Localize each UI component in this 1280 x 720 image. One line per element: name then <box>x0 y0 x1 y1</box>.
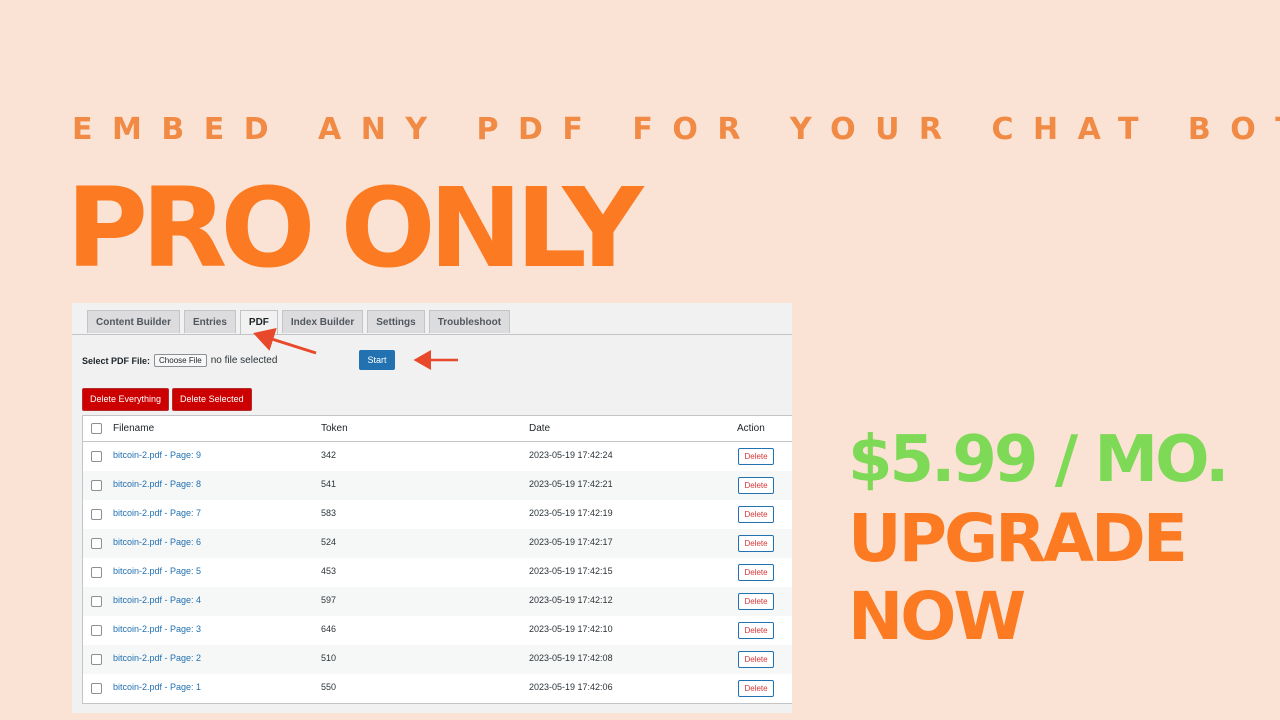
header-filename[interactable]: Filename <box>113 423 154 434</box>
header-token[interactable]: Token <box>321 423 348 434</box>
table-row: bitcoin-2.pdf - Page: 6 524 2023-05-19 17:… <box>83 529 792 558</box>
token-count: 597 <box>321 595 337 605</box>
filename-link[interactable]: bitcoin-2.pdf - Page: 6 <box>113 537 201 547</box>
row-checkbox[interactable] <box>91 654 102 665</box>
token-count: 453 <box>321 566 337 576</box>
table-row: bitcoin-2.pdf - Page: 9 342 2023-05-19 17:… <box>83 442 792 471</box>
filename-link[interactable]: bitcoin-2.pdf - Page: 4 <box>113 595 201 605</box>
filename-link[interactable]: bitcoin-2.pdf - Page: 9 <box>113 450 201 460</box>
pdf-pages-table: Filename Token Date Action bitcoin-2.pdf… <box>82 415 792 704</box>
row-checkbox[interactable] <box>91 451 102 462</box>
delete-selected-button[interactable]: Delete Selected <box>172 388 252 411</box>
table-row: bitcoin-2.pdf - Page: 5 453 2023-05-19 17:… <box>83 558 792 587</box>
row-checkbox[interactable] <box>91 480 102 491</box>
delete-everything-button[interactable]: Delete Everything <box>82 388 170 411</box>
row-date: 2023-05-19 17:42:08 <box>529 653 613 663</box>
table-row: bitcoin-2.pdf - Page: 7 583 2023-05-19 17:… <box>83 500 792 529</box>
filename-link[interactable]: bitcoin-2.pdf - Page: 3 <box>113 624 201 634</box>
token-count: 510 <box>321 653 337 663</box>
table-row: bitcoin-2.pdf - Page: 4 597 2023-05-19 17:… <box>83 587 792 616</box>
table-row: bitcoin-2.pdf - Page: 1 550 2023-05-19 17:… <box>83 674 792 703</box>
bulk-actions: Delete Everything Delete Selected <box>82 388 252 411</box>
promo-cta[interactable]: UPGRADE NOW <box>848 500 1188 656</box>
promo-headline: PRO ONLY <box>66 165 643 293</box>
row-date: 2023-05-19 17:42:12 <box>529 595 613 605</box>
row-checkbox[interactable] <box>91 683 102 694</box>
filename-link[interactable]: bitcoin-2.pdf - Page: 5 <box>113 566 201 576</box>
table-row: bitcoin-2.pdf - Page: 3 646 2023-05-19 17:… <box>83 616 792 645</box>
token-count: 524 <box>321 537 337 547</box>
choose-file-button[interactable]: Choose File <box>154 354 207 367</box>
tab-index-builder[interactable]: Index Builder <box>281 310 364 333</box>
row-delete-button[interactable]: Delete <box>738 680 774 697</box>
row-date: 2023-05-19 17:42:24 <box>529 450 613 460</box>
cta-line-1: UPGRADE <box>848 500 1188 577</box>
row-date: 2023-05-19 17:42:21 <box>529 479 613 489</box>
token-count: 342 <box>321 450 337 460</box>
tab-troubleshoot[interactable]: Troubleshoot <box>428 310 511 333</box>
row-delete-button[interactable]: Delete <box>738 622 774 639</box>
header-action: Action <box>737 423 765 434</box>
tab-bar: Content Builder Entries PDF Index Builde… <box>87 310 511 335</box>
select-all-checkbox[interactable] <box>91 423 102 434</box>
table-row: bitcoin-2.pdf - Page: 2 510 2023-05-19 17:… <box>83 645 792 674</box>
cta-line-2: NOW <box>848 578 1026 655</box>
filename-link[interactable]: bitcoin-2.pdf - Page: 7 <box>113 508 201 518</box>
row-delete-button[interactable]: Delete <box>738 448 774 465</box>
row-delete-button[interactable]: Delete <box>738 506 774 523</box>
row-delete-button[interactable]: Delete <box>738 477 774 494</box>
filename-link[interactable]: bitcoin-2.pdf - Page: 1 <box>113 682 201 692</box>
tab-pdf[interactable]: PDF <box>239 310 278 335</box>
row-delete-button[interactable]: Delete <box>738 535 774 552</box>
header-date[interactable]: Date <box>529 423 550 434</box>
tab-settings[interactable]: Settings <box>367 310 425 333</box>
filename-link[interactable]: bitcoin-2.pdf - Page: 8 <box>113 479 201 489</box>
row-checkbox[interactable] <box>91 567 102 578</box>
row-delete-button[interactable]: Delete <box>738 593 774 610</box>
token-count: 646 <box>321 624 337 634</box>
tab-divider <box>72 334 792 335</box>
pdf-file-label: Select PDF File: <box>82 355 151 366</box>
row-date: 2023-05-19 17:42:17 <box>529 537 613 547</box>
table-row: bitcoin-2.pdf - Page: 8 541 2023-05-19 17:… <box>83 471 792 500</box>
token-count: 541 <box>321 479 337 489</box>
pdf-file-picker: Select PDF File: Choose File no file sel… <box>82 354 277 367</box>
row-delete-button[interactable]: Delete <box>738 651 774 668</box>
row-checkbox[interactable] <box>91 625 102 636</box>
filename-link[interactable]: bitcoin-2.pdf - Page: 2 <box>113 653 201 663</box>
promo-tagline: EMBED ANY PDF FOR YOUR CHAT BOT <box>72 112 1280 147</box>
row-date: 2023-05-19 17:42:06 <box>529 682 613 692</box>
row-date: 2023-05-19 17:42:10 <box>529 624 613 634</box>
table-header: Filename Token Date Action <box>83 416 792 442</box>
tab-content-builder[interactable]: Content Builder <box>87 310 180 333</box>
start-button[interactable]: Start <box>359 350 395 370</box>
promo-price: $5.99 / MO. <box>848 423 1229 497</box>
row-delete-button[interactable]: Delete <box>738 564 774 581</box>
row-checkbox[interactable] <box>91 538 102 549</box>
token-count: 583 <box>321 508 337 518</box>
row-checkbox[interactable] <box>91 596 102 607</box>
row-checkbox[interactable] <box>91 509 102 520</box>
pdf-admin-panel: Content Builder Entries PDF Index Builde… <box>72 303 792 713</box>
token-count: 550 <box>321 682 337 692</box>
no-file-text: no file selected <box>210 355 278 366</box>
tab-entries[interactable]: Entries <box>184 310 236 333</box>
row-date: 2023-05-19 17:42:15 <box>529 566 613 576</box>
row-date: 2023-05-19 17:42:19 <box>529 508 613 518</box>
